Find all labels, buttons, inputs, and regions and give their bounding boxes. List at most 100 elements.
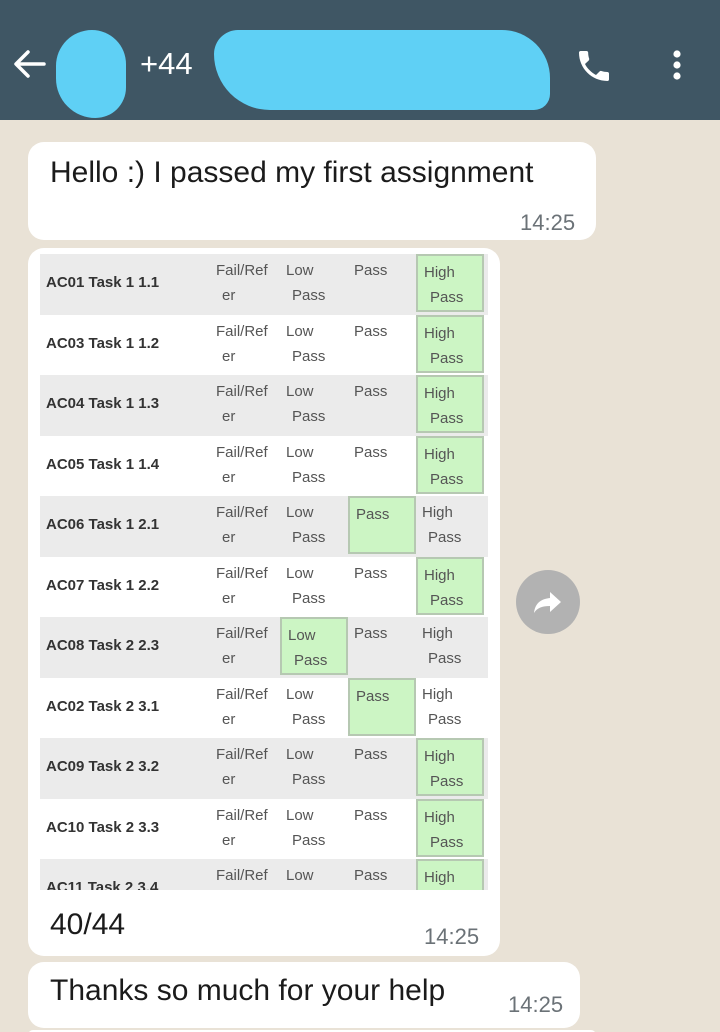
grade-cell-fail: Fail/Ref er — [212, 799, 280, 857]
grade-label-line: Pass — [430, 470, 464, 488]
contact-name-redacted[interactable] — [214, 30, 550, 110]
contact-phone-prefix[interactable]: +44 — [140, 46, 193, 82]
grade-label-line: High — [424, 808, 455, 826]
grade-cell-pass: Pass — [348, 859, 416, 890]
grade-label-line: Pass — [430, 349, 464, 367]
grade-label-line: Pass — [354, 867, 388, 884]
grade-label-line: Pass — [428, 710, 462, 728]
grade-label-line: Pass — [354, 383, 388, 400]
grade-cell-low: Low Pass — [280, 617, 348, 675]
grade-label-line: Low — [288, 627, 316, 644]
grade-cell-fail: Fail/Ref er — [212, 738, 280, 796]
grade-cell-fail: Fail/Ref er — [212, 496, 280, 554]
image-message-bubble[interactable]: AC01 Task 1 1.1 Fail/Ref er Low Pass Pass High… — [28, 248, 500, 956]
grade-cell-pass: Pass — [348, 617, 416, 675]
grade-label-line: High — [424, 445, 455, 463]
message-text: Thanks so much for your help — [50, 974, 446, 1007]
chat-header: +44 — [0, 0, 720, 120]
message-time: 14:25 — [520, 210, 576, 235]
grade-label-line: Pass — [292, 831, 326, 849]
grade-label-line: Pass — [292, 408, 326, 425]
more-vertical-icon[interactable] — [662, 44, 692, 84]
grade-label-line: Pass — [354, 806, 388, 824]
grade-label-line: er — [222, 650, 236, 667]
grade-cell-fail: Fail/Ref er — [212, 254, 280, 312]
grade-cell-low: Low Pass — [280, 375, 348, 433]
grade-cell-high: High Pass — [416, 375, 484, 433]
grade-cell-pass: Pass — [348, 436, 416, 494]
grade-table-image[interactable]: AC01 Task 1 1.1 Fail/Ref er Low Pass Pass High… — [40, 254, 488, 890]
grade-cell-low: Low Pass — [280, 738, 348, 796]
grade-row: AC01 Task 1 1.1 Fail/Ref er Low Pass Pass High… — [40, 254, 488, 315]
contact-avatar-redacted[interactable] — [56, 30, 126, 118]
grade-cell-high: High Pass — [416, 678, 484, 736]
grade-cell-low: Low Pass — [280, 254, 348, 312]
grade-label-line: Low — [286, 322, 314, 340]
grade-cell-fail: Fail/Ref er — [212, 315, 280, 373]
grade-label-line: Low — [286, 262, 314, 279]
grade-label-line: High — [424, 385, 455, 402]
grade-label-line: Pass — [292, 710, 326, 728]
grade-label-line: Fail/Ref — [216, 383, 268, 400]
grade-label-line: Fail/Ref — [216, 625, 268, 642]
arrow-left-icon[interactable] — [10, 46, 50, 82]
grade-label-line: Pass — [356, 506, 390, 523]
grade-label-line: Low — [286, 746, 314, 763]
grade-label-line: Low — [286, 564, 314, 582]
grade-label-line: Fail/Ref — [216, 806, 268, 824]
grade-label-line: Pass — [354, 262, 388, 279]
grade-cell-low: Low Pass — [280, 859, 348, 890]
grade-cell-low: Low Pass — [280, 678, 348, 736]
grade-label-line: High — [424, 264, 455, 281]
grade-label-line: High — [424, 324, 455, 342]
grade-cell-low: Low Pass — [280, 436, 348, 494]
grade-label-line: Pass — [430, 773, 464, 790]
grade-label-line: Fail/Ref — [216, 564, 268, 582]
message-bubble[interactable]: Hello :) I passed my first assignment 14… — [28, 142, 596, 240]
grade-row: AC08 Task 2 2.3 Fail/Ref er Low Pass Pass High… — [40, 617, 488, 678]
image-caption: 40/44 — [50, 908, 126, 941]
grade-cell-fail: Fail/Ref er — [212, 678, 280, 736]
grade-label-line: er — [222, 408, 236, 425]
grade-label-line: Pass — [354, 746, 388, 763]
grade-label-line: Pass — [354, 625, 388, 642]
forward-arrow-icon — [534, 592, 561, 613]
grade-label-line: Pass — [430, 591, 464, 609]
task-label: AC04 Task 1 1.3 — [46, 395, 160, 412]
grade-cell-high: High Pass — [416, 254, 484, 312]
grade-label-line: High — [422, 625, 453, 642]
grade-cell-high: High Pass — [416, 435, 484, 494]
grade-label-line: Low — [286, 383, 314, 400]
task-label: AC10 Task 2 3.3 — [46, 818, 160, 836]
task-label: AC08 Task 2 2.3 — [46, 637, 160, 654]
grade-cell-pass: Pass — [348, 254, 416, 312]
grade-cell-high: High Pass — [416, 314, 484, 373]
grade-cell-high: High Pass — [416, 798, 484, 857]
grade-label-line: Fail/Ref — [216, 262, 268, 279]
grade-label-line: High — [422, 685, 453, 703]
task-label: AC05 Task 1 1.4 — [46, 455, 160, 473]
grade-cell-high: High Pass — [416, 738, 484, 796]
grade-row: AC04 Task 1 1.3 Fail/Ref er Low Pass Pass High… — [40, 375, 488, 436]
grade-label-line: Pass — [292, 771, 326, 788]
grade-row: AC05 Task 1 1.4 Fail/Ref er Low Pass Pass High… — [40, 435, 488, 497]
phone-icon[interactable] — [574, 46, 614, 86]
message-bubble[interactable]: Thanks so much for your help 14:25 — [28, 962, 580, 1028]
grade-label-line: Pass — [354, 322, 388, 340]
grade-label-line: Pass — [354, 443, 388, 461]
grade-label-line: er — [222, 347, 236, 365]
grade-label-line: High — [424, 748, 455, 765]
grade-cell-pass: Pass — [348, 315, 416, 373]
grade-label-line: er — [222, 287, 236, 304]
grade-cell-fail: Fail/Ref er — [212, 617, 280, 675]
grade-label-line: Fail/Ref — [216, 746, 268, 763]
grade-row: AC07 Task 1 2.2 Fail/Ref er Low Pass Pass High… — [40, 556, 488, 618]
grade-label-line: Pass — [292, 347, 326, 365]
grade-label-line: High — [424, 566, 455, 584]
grade-label-line: Pass — [428, 529, 462, 546]
grade-label-line: Pass — [354, 564, 388, 582]
grade-cell-pass: Pass — [348, 799, 416, 857]
grade-label-line: High — [422, 504, 453, 521]
forward-button[interactable] — [516, 570, 580, 634]
grade-cell-pass: Pass — [348, 557, 416, 615]
